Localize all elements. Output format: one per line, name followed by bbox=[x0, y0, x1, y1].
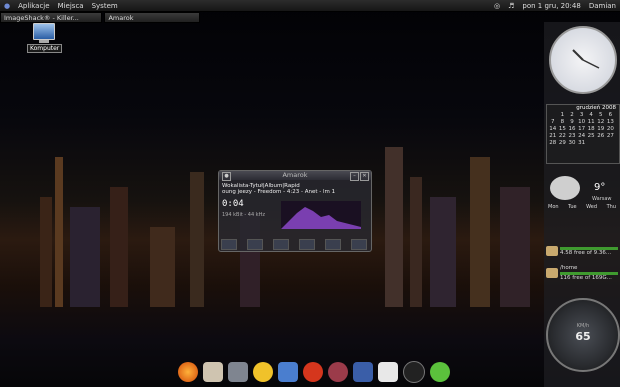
task-imageshack[interactable]: ImageShack® - Killer... bbox=[0, 12, 103, 23]
prev-icon[interactable] bbox=[221, 239, 237, 250]
calendar-day[interactable]: 4 bbox=[586, 112, 596, 119]
pause-dock-icon[interactable] bbox=[429, 362, 450, 382]
calendar-day[interactable]: 31 bbox=[577, 140, 587, 147]
next-icon[interactable] bbox=[325, 239, 341, 250]
taskbar: ImageShack® - Killer... Amarok bbox=[0, 12, 200, 23]
calendar-day[interactable] bbox=[548, 112, 558, 119]
speed-gauge: KM/h 65 bbox=[546, 298, 620, 372]
user-name[interactable]: Damian bbox=[585, 2, 620, 10]
amarok-window[interactable]: Amarok ● – ✕ Wokalista-Tytuł|Album|Rapid… bbox=[218, 170, 372, 252]
calendar-day[interactable]: 13 bbox=[606, 119, 616, 126]
computer-icon bbox=[33, 23, 55, 40]
close-icon[interactable]: ✕ bbox=[360, 172, 369, 181]
computer-desktop-icon[interactable]: Komputer bbox=[27, 23, 63, 53]
amarok-menu-icon[interactable]: ● bbox=[222, 172, 231, 181]
task-amarok[interactable]: Amarok bbox=[104, 12, 200, 23]
analog-clock bbox=[549, 26, 617, 94]
calendar-day[interactable] bbox=[586, 140, 596, 147]
network-icon[interactable]: ◎ bbox=[490, 2, 504, 10]
firefox-icon[interactable] bbox=[177, 362, 198, 382]
calendar-day[interactable]: 15 bbox=[558, 126, 568, 133]
menu-aplikacje[interactable]: Aplikacje bbox=[14, 2, 53, 10]
calendar-day[interactable]: 22 bbox=[558, 133, 568, 140]
minimize-icon[interactable]: – bbox=[350, 172, 359, 181]
disk-icon bbox=[546, 246, 558, 256]
calendar-grid: 1 2 3 4 5 6 7 8 9 10 11 12 13 14 15 16 17 18 19 20 21 22 23 24 2… bbox=[547, 111, 619, 148]
vlc-icon[interactable] bbox=[377, 362, 398, 382]
amarok-dock-icon[interactable] bbox=[402, 361, 425, 383]
calendar-day[interactable]: 6 bbox=[606, 112, 616, 119]
bitrate: 194 kBit - 44 kHz bbox=[222, 212, 266, 218]
calendar-day[interactable]: 23 bbox=[567, 133, 577, 140]
top-panel: ● Aplikacje Miejsca System ◎ ♬ pon 1 gru… bbox=[0, 0, 620, 12]
calendar-widget: grudzień 2008 1 2 3 4 5 6 7 8 9 10 11 12 13 14 15 16 17 1… bbox=[546, 104, 620, 164]
weather-days: Mon Tue Wed Thu bbox=[548, 204, 616, 210]
calendar-day[interactable]: 27 bbox=[606, 133, 616, 140]
calendar-day[interactable]: 25 bbox=[586, 133, 596, 140]
calendar-day[interactable]: 1 bbox=[558, 112, 568, 119]
disk-monitor: 4.58 free of 9.36... /home 116 free of 1… bbox=[546, 240, 618, 286]
calendar-day[interactable]: 30 bbox=[567, 140, 577, 147]
gimp-icon[interactable] bbox=[352, 362, 373, 382]
calendar-day[interactable]: 3 bbox=[577, 112, 587, 119]
calendar-day[interactable]: 19 bbox=[596, 126, 606, 133]
cloud-icon bbox=[550, 176, 580, 200]
calendar-day[interactable]: 11 bbox=[586, 119, 596, 126]
calendar-day[interactable]: 20 bbox=[606, 126, 616, 133]
calendar-day[interactable]: 29 bbox=[558, 140, 568, 147]
amarok-titlebar[interactable]: Amarok bbox=[219, 171, 371, 180]
calendar-day[interactable]: 2 bbox=[567, 112, 577, 119]
calendar-day[interactable]: 10 bbox=[577, 119, 587, 126]
weather-widget: 9° Warsaw Mon Tue Wed Thu bbox=[546, 176, 618, 232]
calendar-day[interactable]: 8 bbox=[558, 119, 568, 126]
volume-slider[interactable] bbox=[351, 239, 367, 250]
stop-icon[interactable] bbox=[299, 239, 315, 250]
playback-time: 0:04 bbox=[222, 199, 244, 209]
calendar-day[interactable] bbox=[596, 140, 606, 147]
calendar-day[interactable]: 17 bbox=[577, 126, 587, 133]
calendar-day[interactable]: 21 bbox=[548, 133, 558, 140]
gauge-unit: KM/h bbox=[576, 323, 590, 329]
calendar-day[interactable]: 14 bbox=[548, 126, 558, 133]
rabbit-icon[interactable] bbox=[202, 362, 223, 382]
quassel-icon[interactable] bbox=[302, 362, 323, 382]
menu-miejsca[interactable]: Miejsca bbox=[54, 2, 88, 10]
calendar-day[interactable]: 28 bbox=[548, 140, 558, 147]
weather-app-icon[interactable] bbox=[252, 362, 273, 382]
panel-clock[interactable]: pon 1 gru, 20:48 bbox=[518, 2, 584, 10]
calendar-day[interactable]: 26 bbox=[596, 133, 606, 140]
calendar-day[interactable] bbox=[606, 140, 616, 147]
weather-city: Warsaw bbox=[592, 196, 612, 202]
apps-icon[interactable]: ● bbox=[0, 2, 14, 10]
home-disk-icon bbox=[546, 268, 558, 278]
calendar-day[interactable]: 5 bbox=[596, 112, 606, 119]
play-icon[interactable] bbox=[247, 239, 263, 250]
volume-icon[interactable]: ♬ bbox=[504, 2, 518, 10]
calendar-day[interactable]: 18 bbox=[586, 126, 596, 133]
weather-temp: 9° bbox=[594, 182, 606, 193]
media-player-icon[interactable] bbox=[327, 362, 348, 382]
menu-system[interactable]: System bbox=[88, 2, 122, 10]
gauge-value: 65 bbox=[575, 330, 591, 343]
computer-label: Komputer bbox=[27, 44, 63, 53]
calendar-day[interactable]: 9 bbox=[567, 119, 577, 126]
image-viewer-icon[interactable] bbox=[277, 362, 298, 382]
mail-icon[interactable] bbox=[227, 362, 248, 382]
player-controls bbox=[221, 239, 367, 250]
calendar-day[interactable]: 16 bbox=[567, 126, 577, 133]
pause-icon[interactable] bbox=[273, 239, 289, 250]
track-info: Wokalista-Tytuł|Album|Rapid oung jeezy -… bbox=[222, 183, 336, 195]
dock bbox=[146, 360, 481, 384]
calendar-day[interactable]: 24 bbox=[577, 133, 587, 140]
spectrum-analyzer bbox=[281, 201, 361, 229]
calendar-day[interactable]: 12 bbox=[596, 119, 606, 126]
calendar-day[interactable]: 7 bbox=[548, 119, 558, 126]
